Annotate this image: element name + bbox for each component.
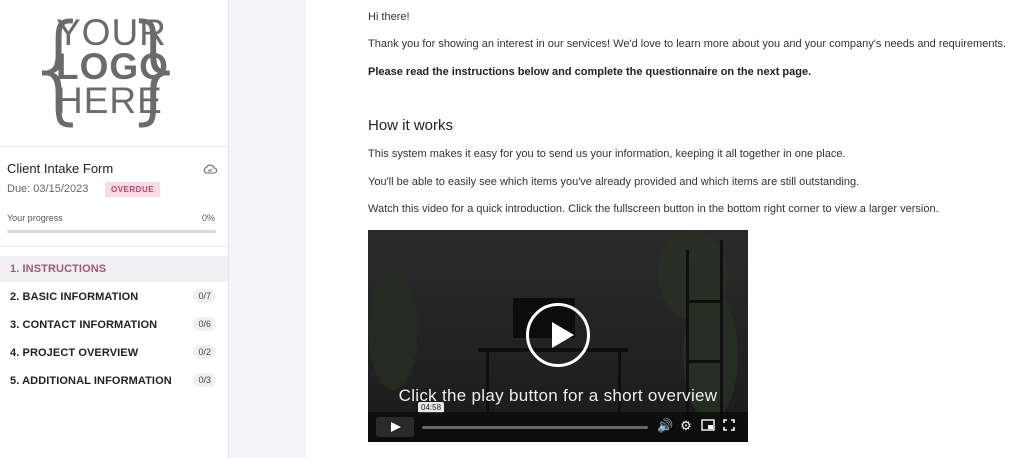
- company-logo: { YOUR LOGO HERE }: [22, 8, 194, 130]
- sidebar-divider: [0, 246, 229, 247]
- section-basic-information[interactable]: 2. BASIC INFORMATION 0/7: [0, 284, 228, 310]
- section-count: 0/3: [193, 373, 216, 387]
- video-scrubber[interactable]: [422, 426, 648, 429]
- paragraph-3: Watch this video for a quick introductio…: [368, 203, 939, 215]
- section-label: 4. PROJECT OVERVIEW: [10, 347, 139, 359]
- settings-icon[interactable]: ⚙: [678, 419, 694, 435]
- logo-right-brace: }: [118, 0, 194, 136]
- sidebar: { YOUR LOGO HERE } Client Intake Form Du…: [0, 0, 229, 458]
- instructions-text: Please read the instructions below and c…: [368, 66, 812, 78]
- main-content: Hi there! Thank you for showing an inter…: [306, 0, 1024, 458]
- section-project-overview[interactable]: 4. PROJECT OVERVIEW 0/2: [0, 340, 228, 366]
- section-label: 3. CONTACT INFORMATION: [10, 319, 158, 331]
- sidebar-divider: [0, 146, 229, 147]
- paragraph-1: This system makes it easy for you to sen…: [368, 148, 846, 160]
- section-heading: How it works: [368, 117, 454, 134]
- progress-percent: 0%: [201, 213, 215, 223]
- section-count: 0/7: [193, 289, 216, 303]
- video-controls: 🔊 ⚙: [368, 412, 748, 442]
- progress-bar: [7, 230, 216, 233]
- cloud-sync-icon[interactable]: [203, 163, 217, 174]
- paragraph-2: You'll be able to easily see which items…: [368, 176, 860, 188]
- section-count: 0/6: [193, 317, 216, 331]
- section-additional-information[interactable]: 5. ADDITIONAL INFORMATION 0/3: [0, 368, 228, 394]
- due-date: Due: 03/15/2023: [7, 183, 89, 195]
- pip-glyph: [701, 419, 715, 431]
- volume-icon[interactable]: 🔊: [657, 419, 673, 435]
- section-label: 1. INSTRUCTIONS: [10, 263, 107, 275]
- greeting-text: Hi there!: [368, 11, 410, 23]
- progress-label: Your progress: [7, 213, 63, 223]
- fullscreen-glyph: [723, 419, 735, 431]
- intro-video-player[interactable]: Click the play button for a short overvi…: [368, 230, 748, 442]
- play-icon[interactable]: [526, 303, 590, 367]
- section-count: 0/2: [193, 345, 216, 359]
- play-button[interactable]: [376, 417, 414, 437]
- section-label: 2. BASIC INFORMATION: [10, 291, 139, 303]
- fullscreen-icon[interactable]: [721, 419, 737, 435]
- content-gutter: [229, 0, 306, 458]
- form-title: Client Intake Form: [7, 161, 114, 176]
- section-contact-information[interactable]: 3. CONTACT INFORMATION 0/6: [0, 312, 228, 338]
- section-label: 5. ADDITIONAL INFORMATION: [10, 375, 172, 387]
- section-instructions[interactable]: 1. INSTRUCTIONS: [0, 256, 228, 282]
- intro-text: Thank you for showing an interest in our…: [368, 38, 1007, 50]
- picture-in-picture-icon[interactable]: [700, 419, 716, 435]
- status-badge: OVERDUE: [105, 182, 161, 197]
